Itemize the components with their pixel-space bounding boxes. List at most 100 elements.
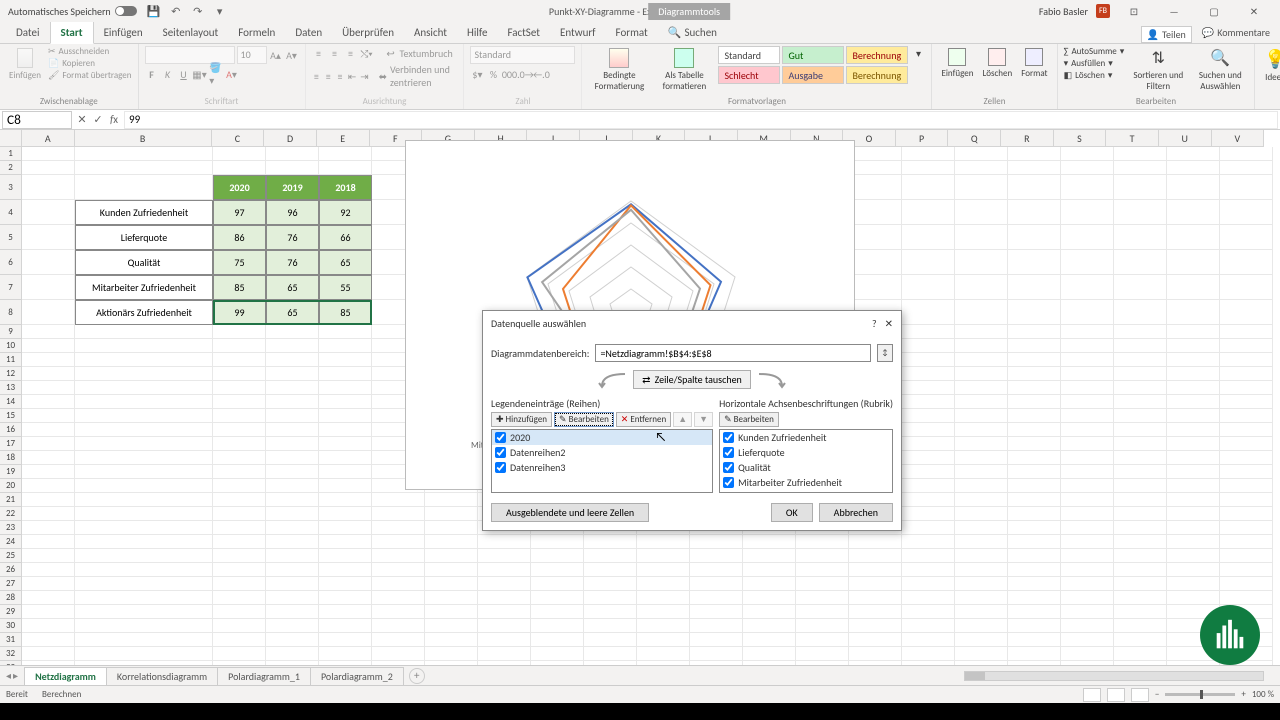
- style-more-icon[interactable]: ▾: [911, 46, 925, 60]
- cell-K31[interactable]: [637, 633, 690, 647]
- cell-P14[interactable]: [902, 395, 955, 409]
- cell-B13[interactable]: [75, 381, 213, 395]
- cell-R1[interactable]: [1008, 147, 1061, 161]
- cell-M28[interactable]: [743, 591, 796, 605]
- row-header-5[interactable]: 5: [0, 225, 21, 250]
- cell-Q16[interactable]: [955, 423, 1008, 437]
- cell-U20[interactable]: [1167, 479, 1220, 493]
- tab-view[interactable]: Ansicht: [404, 22, 457, 43]
- cell-D16[interactable]: [266, 423, 319, 437]
- cell-S19[interactable]: [1061, 465, 1114, 479]
- sheet-nav-prev-icon[interactable]: ◂: [6, 669, 11, 682]
- indent-dec-icon[interactable]: ⇤: [347, 69, 357, 83]
- cell-L31[interactable]: [690, 633, 743, 647]
- zoom-slider[interactable]: [1165, 693, 1235, 696]
- cell-U7[interactable]: [1167, 275, 1220, 300]
- cell-R7[interactable]: [1008, 275, 1061, 300]
- cell-Q8[interactable]: [955, 300, 1008, 325]
- cell-B30[interactable]: [75, 619, 213, 633]
- cell-V8[interactable]: [1220, 300, 1273, 325]
- cell-T16[interactable]: [1114, 423, 1167, 437]
- cell-Q28[interactable]: [955, 591, 1008, 605]
- cell-R15[interactable]: [1008, 409, 1061, 423]
- cell-C18[interactable]: [213, 451, 266, 465]
- cell-A6[interactable]: [22, 250, 75, 275]
- conditional-formatting-button[interactable]: Bedingte Formatierung: [588, 46, 650, 94]
- cell-T3[interactable]: [1114, 175, 1167, 200]
- cell-L29[interactable]: [690, 605, 743, 619]
- row-header-8[interactable]: 8: [0, 300, 21, 325]
- cell-S17[interactable]: [1061, 437, 1114, 451]
- cell-B26[interactable]: [75, 563, 213, 577]
- cell-J32[interactable]: [584, 647, 637, 661]
- cell-S5[interactable]: [1061, 225, 1114, 250]
- cell-R26[interactable]: [1008, 563, 1061, 577]
- cut-button[interactable]: ✂Ausschneiden: [48, 46, 132, 57]
- cell-M27[interactable]: [743, 577, 796, 591]
- cell-R24[interactable]: [1008, 535, 1061, 549]
- paste-button[interactable]: Einfügen: [6, 46, 44, 83]
- fill-button[interactable]: ▾Ausfüllen ▾: [1064, 58, 1125, 69]
- cell-E10[interactable]: [319, 339, 372, 353]
- formula-bar[interactable]: 99: [124, 111, 1278, 129]
- autosum-button[interactable]: ∑AutoSumme ▾: [1064, 46, 1125, 57]
- cell-R6[interactable]: [1008, 250, 1061, 275]
- cell-T23[interactable]: [1114, 521, 1167, 535]
- cell-G29[interactable]: [425, 605, 478, 619]
- row-header-25[interactable]: 25: [0, 549, 21, 563]
- cell-V14[interactable]: [1220, 395, 1273, 409]
- cell-C8[interactable]: 99: [213, 300, 266, 325]
- autosave-toggle[interactable]: [115, 6, 137, 16]
- cell-U16[interactable]: [1167, 423, 1220, 437]
- cell-R22[interactable]: [1008, 507, 1061, 521]
- cell-J28[interactable]: [584, 591, 637, 605]
- series-checkbox[interactable]: [495, 462, 506, 473]
- cell-L26[interactable]: [690, 563, 743, 577]
- cell-T5[interactable]: [1114, 225, 1167, 250]
- cell-S25[interactable]: [1061, 549, 1114, 563]
- cell-V26[interactable]: [1220, 563, 1273, 577]
- cell-Q20[interactable]: [955, 479, 1008, 493]
- tab-factset[interactable]: FactSet: [497, 22, 550, 43]
- cell-U13[interactable]: [1167, 381, 1220, 395]
- row-header-33[interactable]: 33: [0, 661, 21, 665]
- cell-P3[interactable]: [902, 175, 955, 200]
- cell-A23[interactable]: [22, 521, 75, 535]
- cell-I32[interactable]: [531, 647, 584, 661]
- cell-R30[interactable]: [1008, 619, 1061, 633]
- cell-S18[interactable]: [1061, 451, 1114, 465]
- series-listbox[interactable]: 2020Datenreihen2Datenreihen3: [491, 429, 713, 493]
- cell-P26[interactable]: [902, 563, 955, 577]
- cell-L32[interactable]: [690, 647, 743, 661]
- cell-G24[interactable]: [425, 535, 478, 549]
- cell-D17[interactable]: [266, 437, 319, 451]
- cell-A3[interactable]: [22, 175, 75, 200]
- cell-E9[interactable]: [319, 325, 372, 339]
- cell-J29[interactable]: [584, 605, 637, 619]
- ideas-button[interactable]: 💡Ideen: [1261, 46, 1280, 85]
- sheet-tab[interactable]: Korrelationsdiagramm: [106, 667, 218, 685]
- cell-S14[interactable]: [1061, 395, 1114, 409]
- cell-D13[interactable]: [266, 381, 319, 395]
- cell-A13[interactable]: [22, 381, 75, 395]
- category-item[interactable]: Qualität: [720, 460, 892, 475]
- category-checkbox[interactable]: [723, 477, 734, 488]
- cell-O24[interactable]: [849, 535, 902, 549]
- cell-P22[interactable]: [902, 507, 955, 521]
- cell-Q5[interactable]: [955, 225, 1008, 250]
- cell-A33[interactable]: [22, 661, 75, 665]
- cell-V16[interactable]: [1220, 423, 1273, 437]
- cell-C33[interactable]: [213, 661, 266, 665]
- cell-O31[interactable]: [849, 633, 902, 647]
- cell-B10[interactable]: [75, 339, 213, 353]
- cell-S3[interactable]: [1061, 175, 1114, 200]
- cell-B24[interactable]: [75, 535, 213, 549]
- cell-Q12[interactable]: [955, 367, 1008, 381]
- cell-V21[interactable]: [1220, 493, 1273, 507]
- row-header-20[interactable]: 20: [0, 479, 21, 493]
- cell-V3[interactable]: [1220, 175, 1273, 200]
- cell-B11[interactable]: [75, 353, 213, 367]
- cell-R29[interactable]: [1008, 605, 1061, 619]
- row-header-1[interactable]: 1: [0, 147, 21, 161]
- tab-home[interactable]: Start: [50, 21, 94, 44]
